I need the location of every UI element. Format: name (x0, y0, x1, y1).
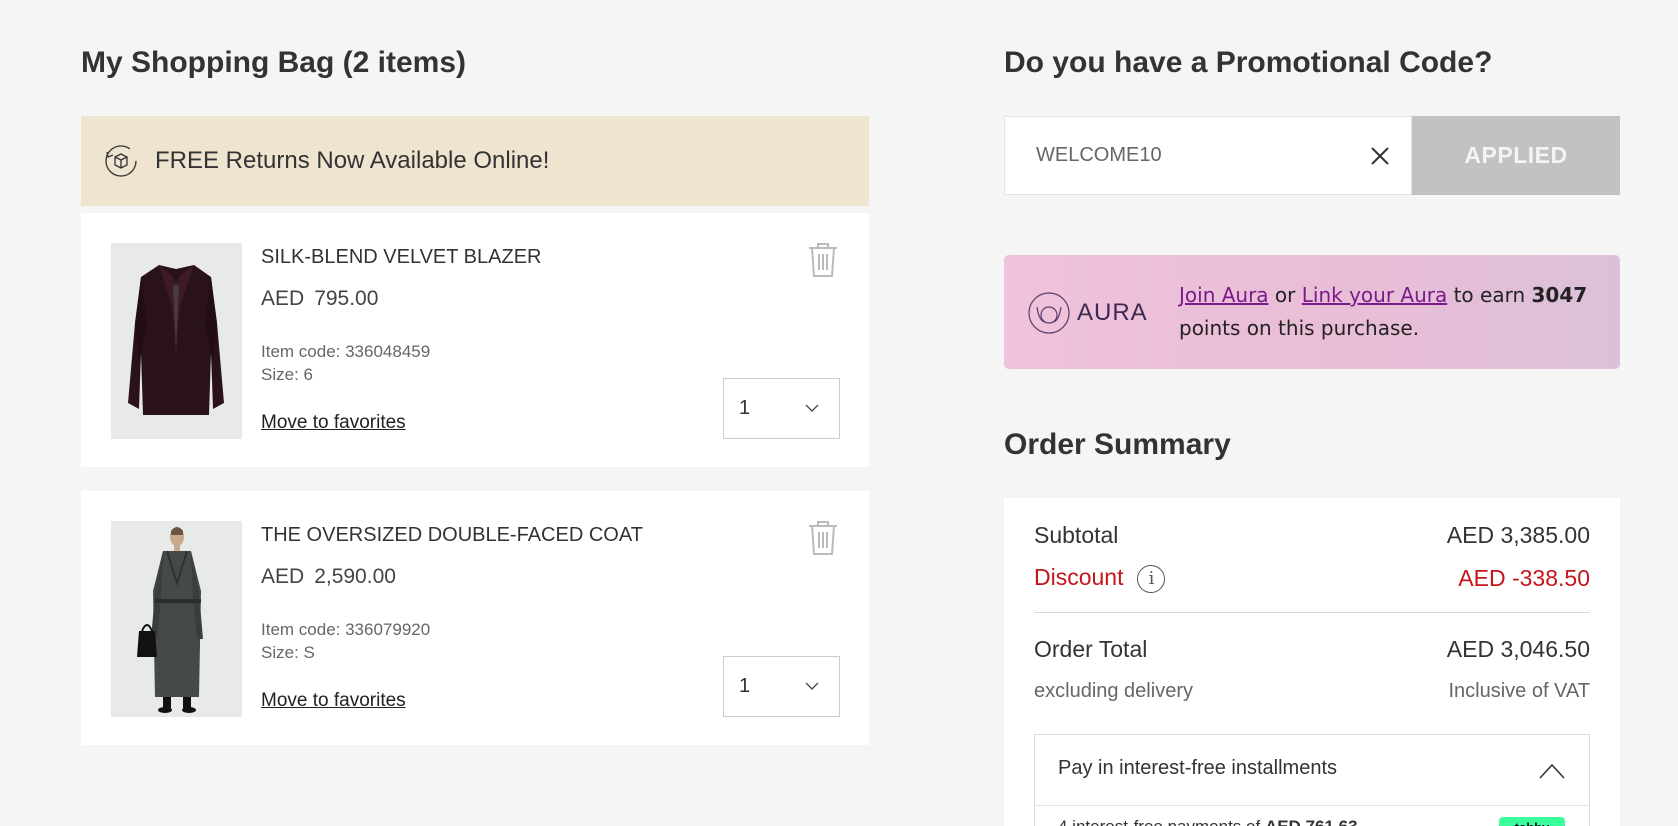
order-total-row: Order Total AED 3,046.50 (1034, 636, 1590, 663)
order-summary-title: Order Summary (1004, 428, 1231, 461)
return-box-icon (105, 145, 137, 177)
summary-divider (1034, 612, 1590, 613)
price-currency: AED (261, 287, 305, 310)
move-to-favorites-link[interactable]: Move to favorites (261, 690, 406, 712)
product-price: AED 2,590.00 (261, 565, 396, 589)
returns-banner-text: FREE Returns Now Available Online! (155, 147, 550, 174)
product-name[interactable]: SILK-BLEND VELVET BLAZER (261, 246, 541, 269)
quantity-value: 1 (739, 675, 751, 697)
subtotal-row: Subtotal AED 3,385.00 (1034, 522, 1590, 549)
applied-button[interactable]: APPLIED (1412, 116, 1620, 195)
chevron-down-icon (805, 404, 819, 412)
installments-header[interactable]: Pay in interest-free installments (1058, 757, 1337, 780)
chevron-down-icon (805, 682, 819, 690)
aura-logo-icon (1028, 292, 1070, 334)
installments-amount: AED 761.63 (1265, 817, 1358, 826)
bag-title: My Shopping Bag (2 items) (81, 46, 467, 79)
trash-icon[interactable] (805, 241, 841, 279)
installments-accordion: Pay in interest-free installments 4 inte… (1034, 734, 1590, 826)
product-price: AED 795.00 (261, 287, 378, 311)
price-amount: 2,590.00 (314, 565, 396, 588)
price-amount: 795.00 (314, 287, 379, 310)
installments-divider (1035, 805, 1589, 806)
bag-item: THE OVERSIZED DOUBLE-FACED COAT AED 2,590… (81, 491, 869, 745)
chevron-up-icon[interactable] (1539, 763, 1565, 779)
product-meta: Item code: 336079920 Size: S (261, 618, 430, 664)
aura-points: 3047 (1531, 283, 1588, 307)
free-returns-banner: FREE Returns Now Available Online! (81, 116, 869, 206)
blazer-image (111, 243, 242, 439)
excluding-delivery-label: excluding delivery (1034, 680, 1193, 702)
info-icon[interactable]: i (1137, 564, 1166, 593)
discount-label-group: Discount i (1034, 564, 1166, 593)
product-name[interactable]: THE OVERSIZED DOUBLE-FACED COAT (261, 524, 643, 547)
bag-item: SILK-BLEND VELVET BLAZER AED 795.00 Item … (81, 213, 869, 467)
discount-row: Discount i AED -338.50 (1034, 564, 1590, 593)
quantity-select[interactable]: 1 (723, 656, 840, 717)
aura-suffix-text: points on this purchase. (1179, 316, 1420, 340)
product-meta: Item code: 336048459 Size: 6 (261, 340, 430, 386)
move-to-favorites-link[interactable]: Move to favorites (261, 412, 406, 434)
quantity-value: 1 (739, 397, 751, 419)
aura-brand: AURA (1077, 299, 1148, 326)
item-size: Size: 6 (261, 365, 313, 384)
aura-message: Join Aura or Link your Aura to earn 3047… (1179, 279, 1599, 345)
aura-or-text: or (1268, 283, 1302, 307)
link-aura-link[interactable]: Link your Aura (1302, 283, 1447, 307)
order-total-value: AED 3,046.50 (1446, 636, 1590, 662)
close-icon[interactable] (1368, 144, 1392, 168)
quantity-select[interactable]: 1 (723, 378, 840, 439)
tabby-badge: tabby (1499, 817, 1565, 826)
aura-earn-text: to earn (1447, 283, 1532, 307)
item-size: Size: S (261, 643, 315, 662)
vat-label: Inclusive of VAT (1448, 680, 1590, 702)
installments-line: 4 interest-free payments of AED 761.63 (1058, 817, 1358, 826)
price-currency: AED (261, 565, 305, 588)
delivery-vat-row: excluding delivery Inclusive of VAT (1034, 680, 1590, 703)
trash-icon[interactable] (805, 519, 841, 557)
discount-value: AED -338.50 (1458, 564, 1590, 591)
coat-image (111, 521, 242, 717)
product-image[interactable] (111, 243, 242, 439)
discount-label: Discount (1034, 564, 1124, 590)
subtotal-value: AED 3,385.00 (1446, 522, 1590, 548)
product-image[interactable] (111, 521, 242, 717)
item-code: Item code: 336079920 (261, 620, 431, 639)
promo-title: Do you have a Promotional Code? (1004, 46, 1493, 79)
subtotal-label: Subtotal (1034, 522, 1119, 548)
aura-banner: AURA Join Aura or Link your Aura to earn… (1004, 255, 1620, 369)
installments-prefix: 4 interest-free payments of (1058, 817, 1265, 826)
order-summary-panel: Subtotal AED 3,385.00 Discount i AED -338… (1004, 498, 1620, 826)
join-aura-link[interactable]: Join Aura (1179, 283, 1269, 307)
item-code: Item code: 336048459 (261, 342, 431, 361)
order-total-label: Order Total (1034, 636, 1148, 662)
promo-code-input[interactable]: WELCOME10 (1004, 116, 1412, 195)
